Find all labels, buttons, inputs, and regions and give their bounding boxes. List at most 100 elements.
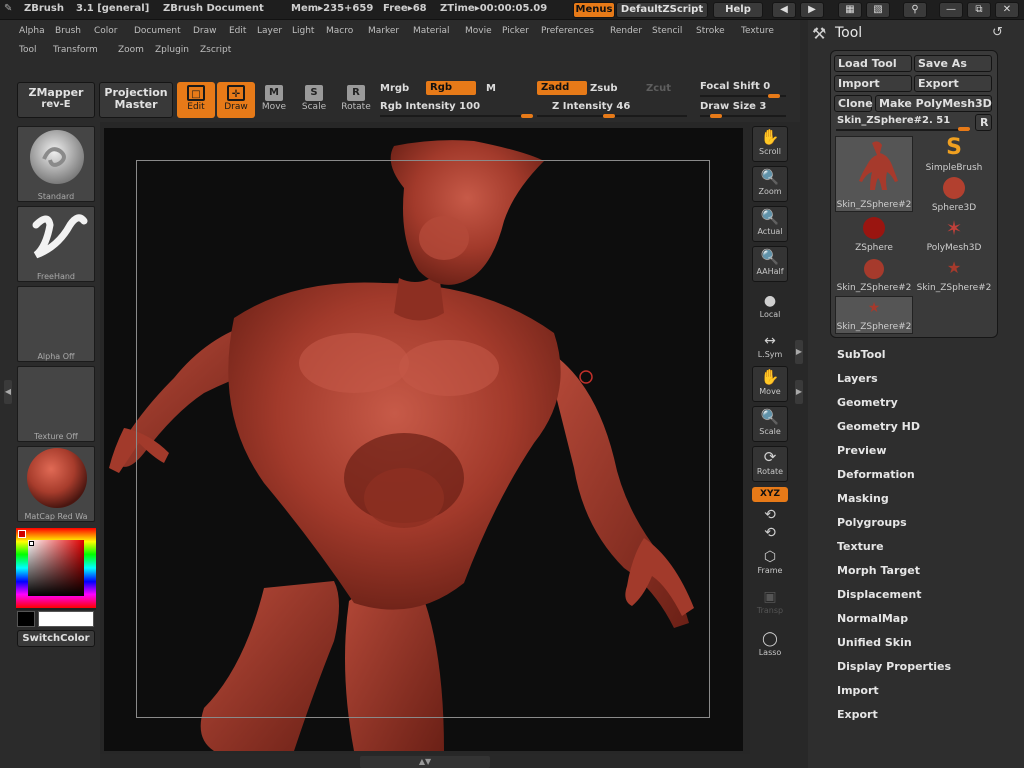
draw-size-knob[interactable]	[710, 114, 722, 118]
lock-icon[interactable]: ⚲	[903, 2, 927, 18]
main-color-swatch[interactable]	[38, 611, 94, 627]
menu-stencil[interactable]: Stencil	[652, 26, 682, 36]
bottom-tray-toggle-icon[interactable]: ▲▼	[360, 756, 490, 768]
alpha-thumbnail[interactable]: Alpha Off	[17, 286, 95, 362]
default-zscript-button[interactable]: DefaultZScript	[616, 2, 708, 18]
menus-button[interactable]: Menus	[573, 2, 615, 18]
load-tool-button[interactable]: Load Tool	[834, 55, 912, 72]
menu-movie[interactable]: Movie	[465, 26, 492, 36]
rgb-intensity-track[interactable]	[380, 115, 532, 117]
menu-brush[interactable]: Brush	[55, 26, 81, 36]
menu-color[interactable]: Color	[94, 26, 118, 36]
menu-marker[interactable]: Marker	[368, 26, 399, 36]
m-button[interactable]: M	[486, 83, 496, 94]
help-button[interactable]: Help	[713, 2, 763, 18]
subpalette-geometry-hd[interactable]: Geometry HD	[837, 420, 920, 433]
menu-light[interactable]: Light	[292, 26, 314, 36]
scale-button[interactable]: S Scale	[295, 82, 333, 118]
transp-button[interactable]: ▣ Transp	[752, 588, 788, 615]
menu-edit[interactable]: Edit	[229, 26, 246, 36]
close-icon[interactable]: ✕	[995, 2, 1019, 18]
menu-zscript[interactable]: Zscript	[200, 45, 231, 55]
draw-size-slider[interactable]: Draw Size 3	[700, 101, 766, 112]
actual-button[interactable]: 🔍 Actual	[752, 206, 788, 242]
current-tool-slider[interactable]: Skin_ZSphere#2. 51	[837, 115, 950, 126]
zoom-button[interactable]: 🔍 Zoom	[752, 166, 788, 202]
layout-b-icon[interactable]: ▧	[866, 2, 890, 18]
rotate-view-button[interactable]: ⟳ Rotate	[752, 446, 788, 482]
tool-thumb-skin-zsphere-2[interactable]: Skin_ZSphere#2	[835, 256, 913, 294]
subpalette-export[interactable]: Export	[837, 708, 878, 721]
subpalette-geometry[interactable]: Geometry	[837, 396, 898, 409]
menu-alpha[interactable]: Alpha	[19, 26, 45, 36]
minimize-icon[interactable]: —	[939, 2, 963, 18]
tool-thumb-skin-zsphere-main[interactable]: Skin_ZSphere#2	[835, 136, 913, 212]
tool-thumb-polymesh3d[interactable]: ✶ PolyMesh3D	[915, 216, 993, 254]
scale-view-button[interactable]: 🔍 Scale	[752, 406, 788, 442]
menu-macro[interactable]: Macro	[326, 26, 353, 36]
mrgb-button[interactable]: Mrgb	[380, 83, 409, 94]
subpalette-import[interactable]: Import	[837, 684, 879, 697]
menu-material[interactable]: Material	[413, 26, 450, 36]
projection-master-button[interactable]: Projection Master	[99, 82, 173, 118]
menu-zplugin[interactable]: Zplugin	[155, 45, 189, 55]
move-button[interactable]: M Move	[255, 82, 293, 118]
subpalette-unified-skin[interactable]: Unified Skin	[837, 636, 912, 649]
zsub-button[interactable]: Zsub	[590, 83, 617, 94]
edit-button[interactable]: □ Edit	[177, 82, 215, 118]
local-button[interactable]: ● Local	[752, 292, 788, 319]
menu-texture[interactable]: Texture	[741, 26, 774, 36]
texture-thumbnail[interactable]: Texture Off	[17, 366, 95, 442]
scroll-left-icon[interactable]: ◀	[772, 2, 796, 18]
xyz-button[interactable]: XYZ	[752, 487, 788, 502]
export-tool-button[interactable]: Export	[914, 75, 992, 92]
focal-shift-knob[interactable]	[768, 94, 780, 98]
tool-thumb-zsphere[interactable]: ZSphere	[835, 216, 913, 254]
rotate-z-button[interactable]: ⟲	[752, 524, 788, 542]
brush-thumbnail[interactable]: Standard	[17, 126, 95, 202]
subpalette-texture[interactable]: Texture	[837, 540, 884, 553]
tool-thumb-simplebrush[interactable]: S SimpleBrush	[915, 136, 993, 174]
menu-layer[interactable]: Layer	[257, 26, 282, 36]
rgb-intensity-knob[interactable]	[521, 114, 533, 118]
rgb-button[interactable]: Rgb	[426, 81, 476, 95]
z-intensity-slider[interactable]: Z Intensity 46	[552, 101, 630, 112]
menu-render[interactable]: Render	[610, 26, 642, 36]
subpalette-polygroups[interactable]: Polygroups	[837, 516, 907, 529]
switch-color-button[interactable]: SwitchColor	[17, 630, 95, 647]
subpalette-deformation[interactable]: Deformation	[837, 468, 915, 481]
right-tray-toggle-icon[interactable]: ▶	[795, 340, 803, 364]
make-polymesh3d-button[interactable]: Make PolyMesh3D	[875, 95, 992, 112]
scroll-button[interactable]: ✋ Scroll	[752, 126, 788, 162]
restore-icon[interactable]: ⧉	[967, 2, 991, 18]
left-tray-toggle-icon[interactable]: ◀	[4, 380, 12, 404]
layout-a-icon[interactable]: ▦	[838, 2, 862, 18]
aahalf-button[interactable]: 🔍 AAHalf	[752, 246, 788, 282]
focal-shift-slider[interactable]: Focal Shift 0	[700, 81, 770, 92]
color-picker[interactable]	[16, 528, 96, 610]
import-tool-button[interactable]: Import	[834, 75, 912, 92]
rotate-y-button[interactable]: ⟲	[752, 506, 788, 524]
r-button[interactable]: R	[975, 114, 992, 131]
stroke-thumbnail[interactable]: FreeHand	[17, 206, 95, 282]
right-tray-toggle-2-icon[interactable]: ▶	[795, 380, 803, 404]
tool-thumb-skin-zsphere-3[interactable]: ★ Skin_ZSphere#2	[915, 256, 993, 294]
rgb-intensity-slider[interactable]: Rgb Intensity 100	[380, 101, 480, 112]
frame-button[interactable]: ⬡ Frame	[752, 548, 788, 575]
tool-thumb-sphere3d[interactable]: Sphere3D	[915, 176, 993, 214]
secondary-color-swatch[interactable]	[17, 611, 35, 627]
scroll-right-icon[interactable]: ▶	[800, 2, 824, 18]
save-as-button[interactable]: Save As	[914, 55, 992, 72]
rotate-button[interactable]: R Rotate	[337, 82, 375, 118]
tool-thumb-skin-zsphere-4[interactable]: ★ Skin_ZSphere#2	[835, 296, 913, 334]
lasso-button[interactable]: ◯ Lasso	[752, 630, 788, 657]
zmapper-button[interactable]: ZMapper rev-E	[17, 82, 95, 118]
subpalette-displacement[interactable]: Displacement	[837, 588, 922, 601]
menu-document[interactable]: Document	[134, 26, 181, 36]
menu-picker[interactable]: Picker	[502, 26, 529, 36]
tool-palette-title[interactable]: Tool	[835, 25, 862, 41]
zcut-button[interactable]: Zcut	[646, 83, 671, 94]
menu-preferences[interactable]: Preferences	[541, 26, 594, 36]
zadd-button[interactable]: Zadd	[537, 81, 587, 95]
subpalette-masking[interactable]: Masking	[837, 492, 889, 505]
